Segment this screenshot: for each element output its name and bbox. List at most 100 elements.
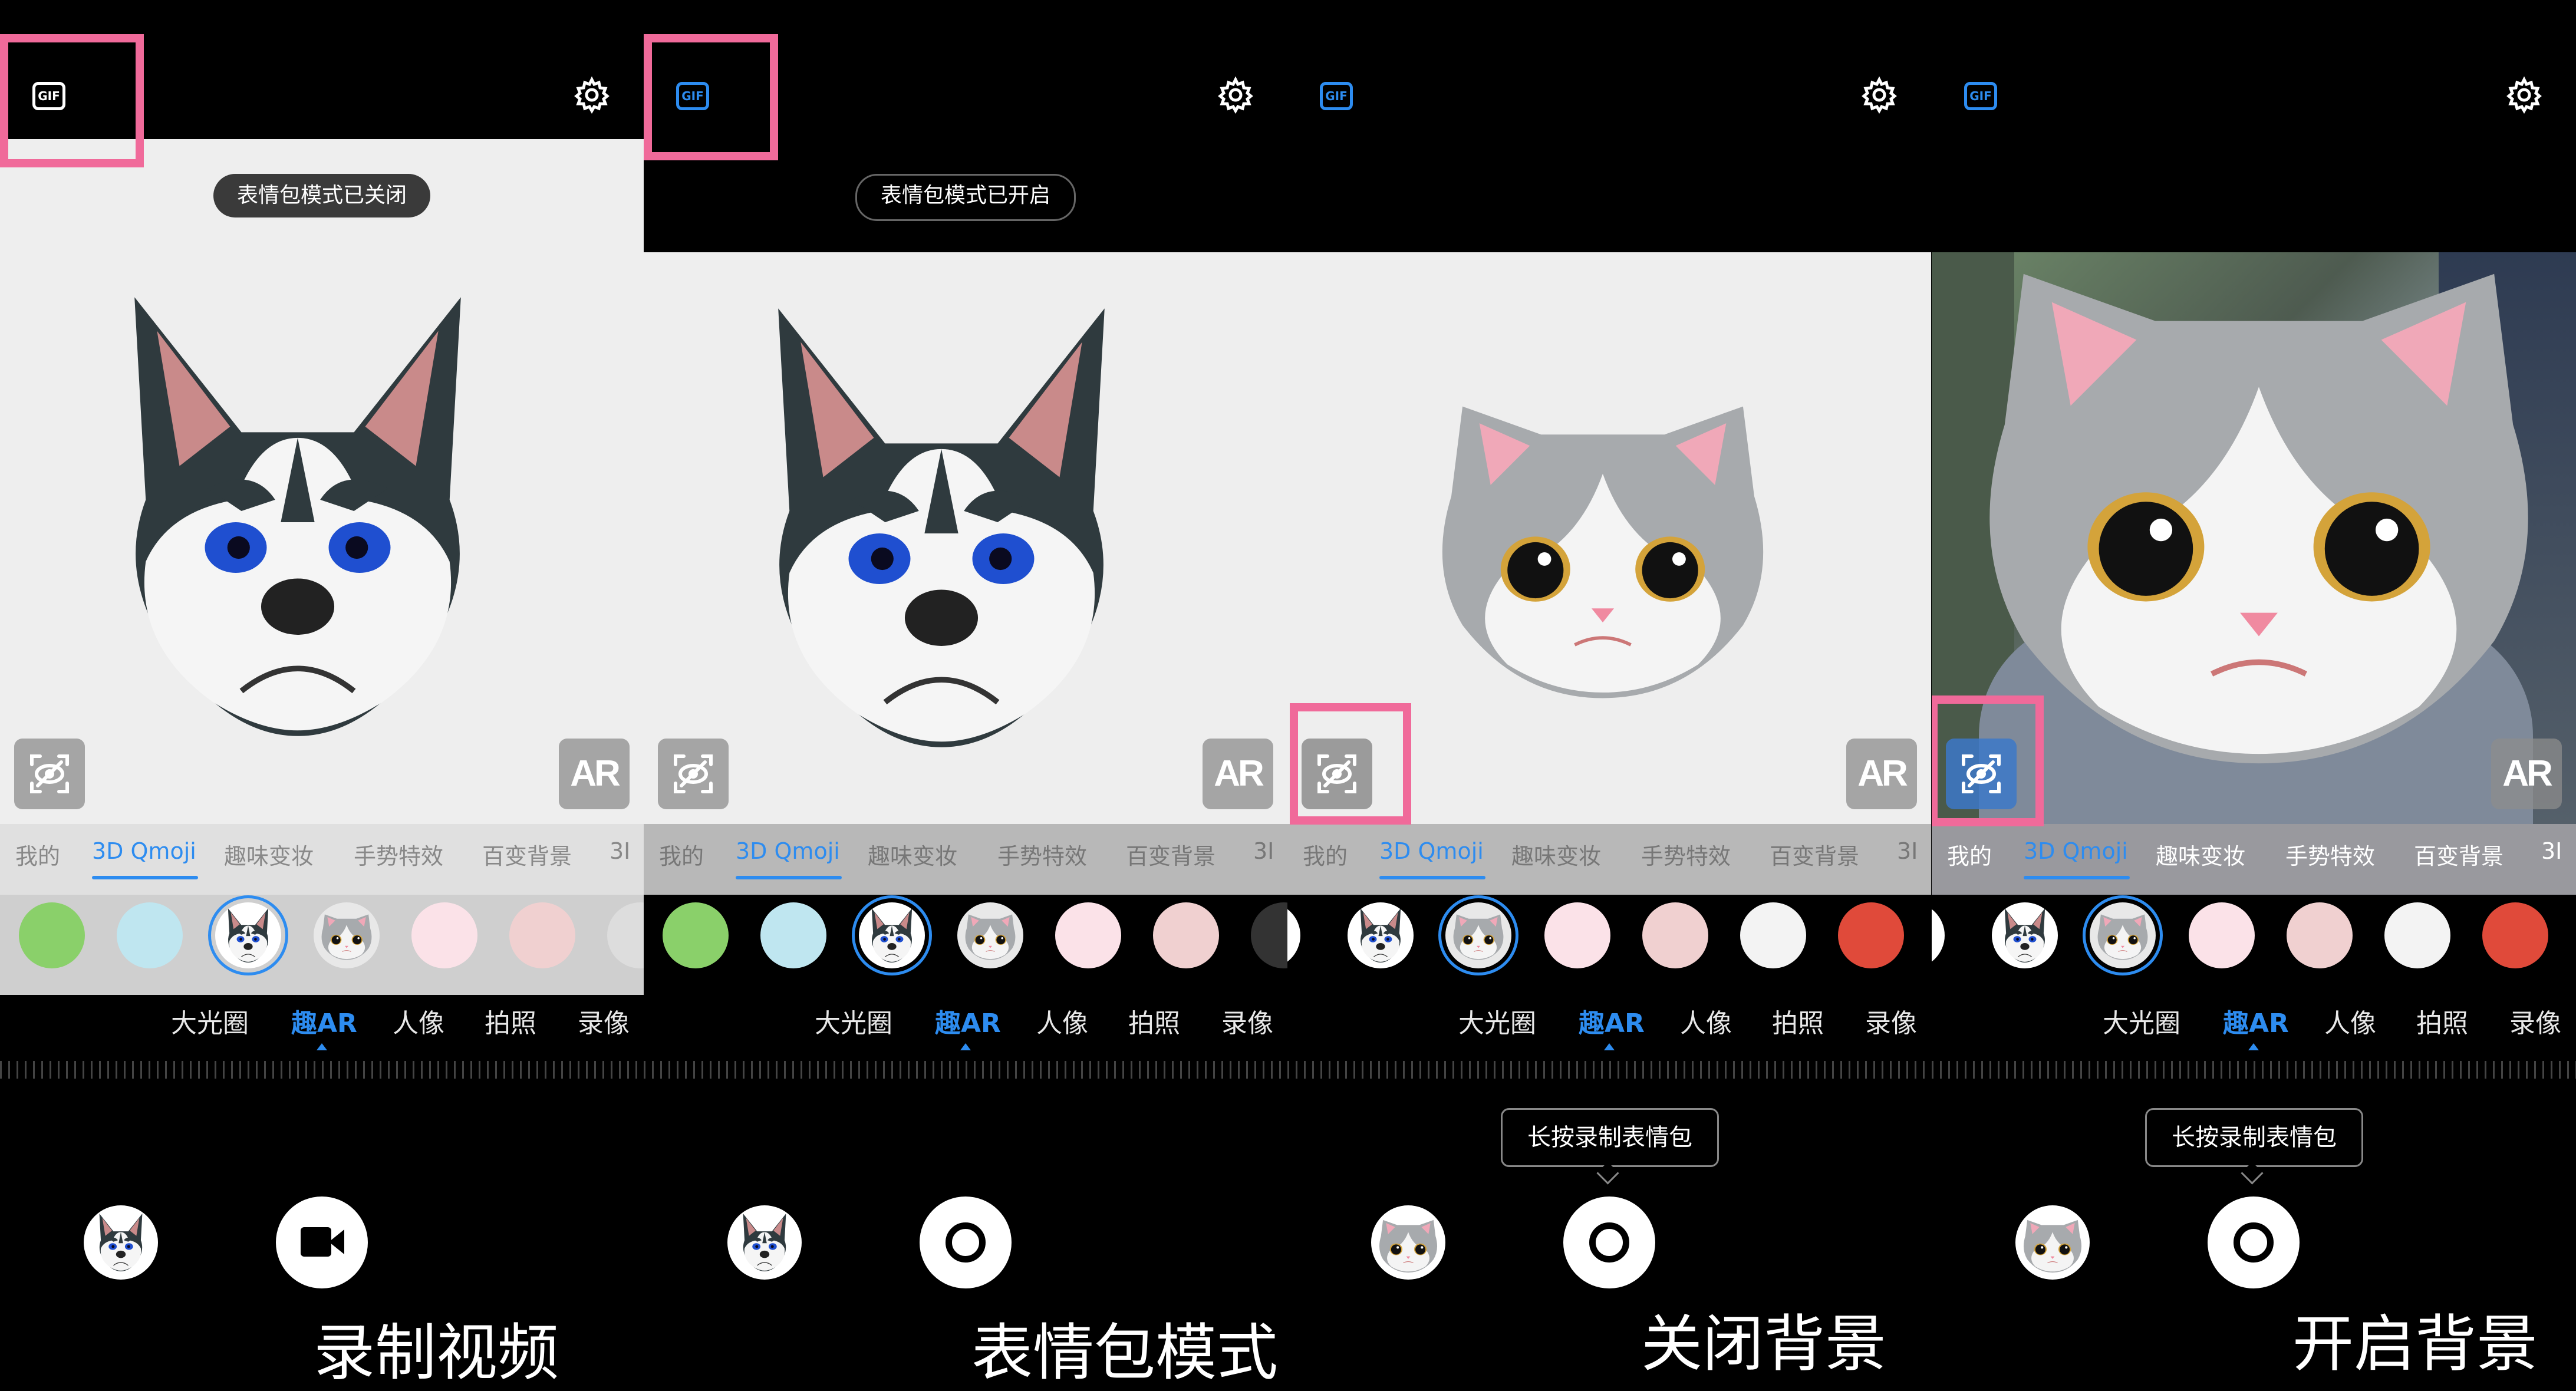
record-sticker-button[interactable] [2208,1196,2300,1288]
gear-icon[interactable] [2505,76,2543,114]
category-gesture[interactable]: 手势特效 [354,838,443,871]
mode-aperture[interactable]: 大光圈 [1458,1002,1536,1040]
category-3d-qmoji[interactable]: 3D Qmoji [1379,838,1484,864]
robot-mask-item[interactable] [1642,902,1708,968]
category-fun-makeup[interactable]: 趣味变妆 [2156,838,2245,871]
background-toggle-icon[interactable] [658,739,729,809]
caption: 关闭背景 [1641,1308,1887,1380]
mode-photo[interactable]: 拍照 [1772,1002,1824,1040]
category-3d-qmoji[interactable]: 3D Qmoji [736,838,840,864]
record-sticker-button[interactable] [920,1196,1012,1288]
gallery-thumbnail[interactable] [727,1205,802,1280]
cat-mask-item[interactable] [314,902,380,968]
ar-button[interactable]: AR [1203,739,1273,809]
more-mask-item[interactable] [1251,902,1287,968]
category-mine[interactable]: 我的 [659,838,704,871]
husky-mask [756,308,1127,747]
mode-portrait[interactable]: 人像 [2324,1002,2376,1040]
gear-icon[interactable] [1860,76,1898,114]
category-more[interactable]: 3I [1897,838,1918,864]
mode-video[interactable]: 录像 [1221,1002,1273,1040]
category-gesture[interactable]: 手势特效 [1641,838,1731,871]
gif-icon[interactable]: GIF [1320,82,1353,110]
rabbit-mask-item[interactable] [1055,902,1121,968]
robot-mask-item[interactable] [1153,902,1219,968]
category-mine[interactable]: 我的 [15,838,60,871]
gear-icon[interactable] [1217,76,1254,114]
category-3d-qmoji[interactable]: 3D Qmoji [92,838,196,864]
dino-mask-item[interactable] [663,902,729,968]
category-gesture[interactable]: 手势特效 [997,838,1087,871]
gif-icon[interactable]: GIF [1964,82,1997,110]
mode-scale [1287,1061,1931,1079]
category-background[interactable]: 百变背景 [1770,838,1859,871]
robot-mask-item[interactable] [509,902,575,968]
ar-button[interactable]: AR [2491,739,2562,809]
gear-icon[interactable] [573,76,611,114]
mode-portrait[interactable]: 人像 [393,1002,444,1040]
husky-mask-item[interactable] [1992,902,2058,968]
mode-video[interactable]: 录像 [1865,1002,1917,1040]
category-background[interactable]: 百变背景 [1126,838,1215,871]
ar-button[interactable]: AR [1846,739,1917,809]
gallery-thumbnail[interactable] [2015,1205,2090,1280]
category-more[interactable]: 3I [2541,838,2562,864]
cat-mask-item[interactable] [957,902,1023,968]
category-3d-qmoji[interactable]: 3D Qmoji [2024,838,2128,864]
mode-video[interactable]: 录像 [578,1002,630,1040]
mode-photo[interactable]: 拍照 [2416,1002,2468,1040]
record-video-button[interactable] [276,1196,368,1288]
ar-button[interactable]: AR [559,739,630,809]
category-mine[interactable]: 我的 [1947,838,1992,871]
category-fun-makeup[interactable]: 趣味变妆 [224,838,314,871]
fish-mask-item[interactable] [117,902,183,968]
category-mine[interactable]: 我的 [1303,838,1348,871]
category-background[interactable]: 百变背景 [2414,838,2503,871]
background-toggle-icon[interactable] [1302,739,1372,809]
partial-mask-item[interactable] [1932,902,1945,968]
category-fun-makeup[interactable]: 趣味变妆 [1511,838,1601,871]
mode-aperture[interactable]: 大光圈 [2103,1002,2180,1040]
gif-icon[interactable]: GIF [32,82,65,110]
mode-aperture[interactable]: 大光圈 [815,1002,892,1040]
penguin-mask-item[interactable] [1740,902,1806,968]
category-more[interactable]: 3I [1253,838,1274,864]
shutter-ring-icon [1589,1222,1629,1263]
mode-photo[interactable]: 拍照 [485,1002,536,1040]
mode-portrait[interactable]: 人像 [1036,1002,1088,1040]
record-sticker-button[interactable] [1563,1196,1655,1288]
background-toggle-icon[interactable] [1946,739,2017,809]
mode-aperture[interactable]: 大光圈 [171,1002,249,1040]
top-bar: GIF [1287,0,1931,252]
selected-ring [208,895,288,975]
mode-fun-ar[interactable]: 趣AR [2223,1002,2289,1040]
mode-fun-ar[interactable]: 趣AR [1579,1002,1645,1040]
fish-mask-item[interactable] [760,902,826,968]
category-fun-makeup[interactable]: 趣味变妆 [868,838,957,871]
cherry-mask-item[interactable] [1838,902,1904,968]
partial-mask-item[interactable] [1287,902,1300,968]
penguin-mask-item[interactable] [2384,902,2450,968]
rabbit-mask-item[interactable] [411,902,477,968]
category-gesture[interactable]: 手势特效 [2285,838,2375,871]
mode-portrait[interactable]: 人像 [1680,1002,1732,1040]
gallery-thumbnail[interactable] [84,1205,158,1280]
robot-mask-item[interactable] [2287,902,2353,968]
category-background[interactable]: 百变背景 [482,838,572,871]
mode-fun-ar[interactable]: 趣AR [935,1002,1001,1040]
mode-video[interactable]: 录像 [2509,1002,2561,1040]
dino-mask-item[interactable] [19,902,85,968]
rabbit-mask-item[interactable] [1544,902,1610,968]
husky-mask-item[interactable] [1348,902,1414,968]
more-mask-item[interactable] [607,902,644,968]
camera-preview [0,139,644,824]
gallery-thumbnail[interactable] [1371,1205,1445,1280]
gif-icon[interactable]: GIF [676,82,709,110]
mode-fun-ar[interactable]: 趣AR [291,1002,357,1040]
category-more[interactable]: 3I [610,838,630,864]
mask-strip [1932,895,2576,995]
background-toggle-icon[interactable] [14,739,85,809]
cherry-mask-item[interactable] [2482,902,2548,968]
rabbit-mask-item[interactable] [2189,902,2255,968]
mode-photo[interactable]: 拍照 [1128,1002,1180,1040]
